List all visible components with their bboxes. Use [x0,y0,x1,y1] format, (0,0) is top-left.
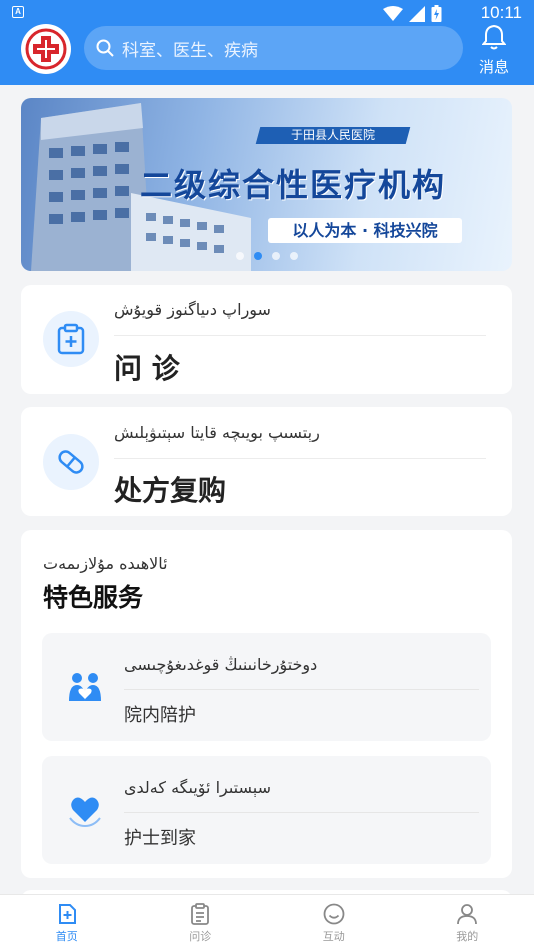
prescription-icon-wrap [43,434,99,490]
companion-title: 院内陪护 [124,705,196,726]
companion-uyghur-label: دوختۇرخانىنىڭ قوغدىغۇچىسى [124,655,318,674]
bottom-tab-bar: 首页 问诊 互动 我的 [0,894,534,950]
banner-slogan: 以人为本 · 科技兴院 [268,218,462,243]
clipboard-plus-icon [57,323,85,355]
red-cross-logo-icon [25,28,67,70]
prescription-refill-card[interactable]: رېتسىپ بويىچە قايتا سېتىۋېلىش 处方复购 [21,407,512,516]
banner-title: 二级综合性医疗机构 [140,166,447,204]
banner-dot[interactable] [272,252,280,260]
banner-hospital-name-text: 于田县人民医院 [290,128,375,142]
banner-dot-active[interactable] [254,252,262,260]
home-plus-icon [58,904,76,924]
companion-icon [69,673,101,701]
hospital-companion-item[interactable]: دوختۇرخانىنىڭ قوغدىغۇچىسى 院内陪护 [42,633,491,741]
featured-uyghur-label: ئالاھىدە مۇلازىمەت [43,554,168,573]
banner-dot[interactable] [290,252,298,260]
nurse-title: 护士到家 [124,828,196,849]
consultation-icon-wrap [43,311,99,367]
prescription-uyghur-label: رېتسىپ بويىچە قايتا سېتىۋېلىش [114,423,320,442]
banner-pagination [236,252,298,260]
consultation-uyghur-label: سوراپ دىياگنوز قويۇش [114,300,271,319]
featured-services-section: ئالاھىدە مۇلازىمەت 特色服务 دوختۇرخانىنىڭ قو… [21,530,512,878]
pill-icon [58,450,84,474]
clipboard-icon [191,903,210,925]
featured-title: 特色服务 [43,583,144,612]
search-placeholder: 科室、医生、疾病 [122,40,258,61]
consultation-title: 问 诊 [114,352,180,385]
tab-consult[interactable]: 问诊 [134,895,268,950]
user-icon [457,904,478,925]
divider [114,458,486,459]
signal-icon [409,5,425,22]
hospital-logo [21,24,71,74]
battery-icon [431,5,442,22]
nurse-home-visit-item[interactable]: سېستىرا ئۆيىگە كەلدى 护士到家 [42,756,491,864]
prescription-title: 处方复购 [114,474,227,507]
status-bar: A 10:11 [0,0,534,26]
tab-profile-label: 我的 [456,930,479,943]
banner-dot[interactable] [236,252,244,260]
tab-interact[interactable]: 互动 [267,895,401,950]
tab-home-label: 首页 [55,930,78,943]
heart-hand-icon [69,797,101,828]
divider [124,812,479,813]
tab-interact-label: 互动 [322,930,345,943]
tab-home[interactable]: 首页 [0,895,134,950]
app-header: A 10:11 科室、医生、疾病 消息 [0,0,534,85]
message-button[interactable]: 消息 [472,24,516,77]
status-icons [383,5,442,22]
smile-icon [323,903,345,925]
divider [114,335,486,336]
search-bar[interactable]: 科室、医生、疾病 [84,26,463,70]
message-label: 消息 [478,58,509,76]
consultation-card[interactable]: سوراپ دىياگنوز قويۇش 问 诊 [21,285,512,394]
banner-hospital-name: 于田县人民医院 [255,127,411,144]
status-time: 10:11 [480,3,522,22]
search-icon [96,39,114,57]
nurse-uyghur-label: سېستىرا ئۆيىگە كەلدى [124,778,272,797]
wifi-icon [383,5,403,21]
bell-icon [481,24,507,50]
tab-consult-label: 问诊 [189,930,212,943]
divider [124,689,479,690]
tab-profile[interactable]: 我的 [401,895,534,950]
app-notification-icon: A [12,6,24,18]
